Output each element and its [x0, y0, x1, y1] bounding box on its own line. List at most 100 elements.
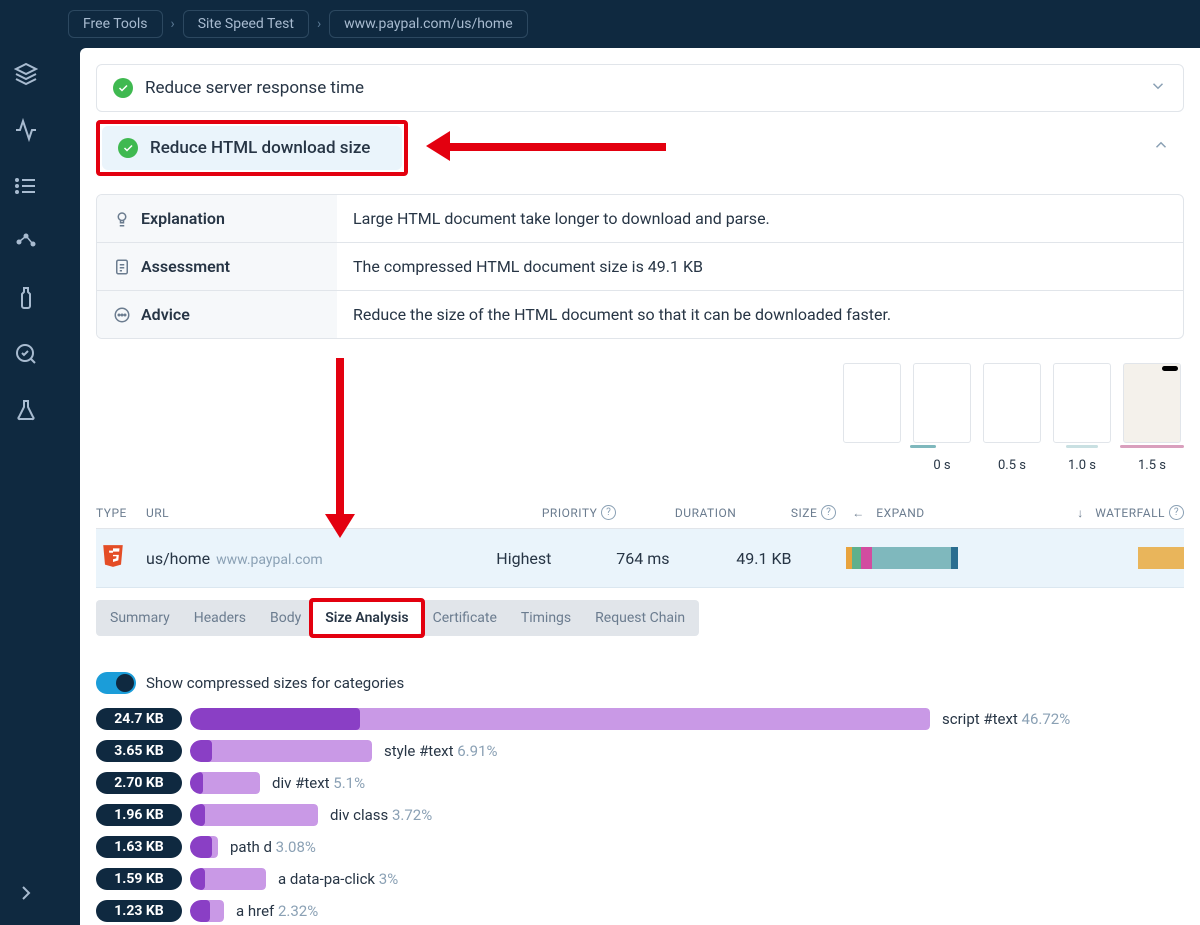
size-bar — [190, 740, 372, 762]
size-value: 1.63 KB — [96, 836, 182, 858]
size-bar — [190, 900, 224, 922]
html5-icon — [100, 543, 126, 569]
size-row: 2.70 KB div #text 5.1% — [96, 772, 1184, 794]
size-value: 1.23 KB — [96, 900, 182, 922]
col-url: URL — [146, 506, 496, 520]
request-size: 49.1 KB — [736, 549, 836, 568]
search-check-icon[interactable] — [14, 342, 38, 366]
size-value: 3.65 KB — [96, 740, 182, 762]
size-value: 1.59 KB — [96, 868, 182, 890]
check-circle-icon — [118, 138, 138, 158]
filmstrip-time: 0 s — [910, 450, 974, 481]
size-label: a data-pa-click 3% — [278, 870, 398, 888]
list-icon[interactable] — [14, 174, 38, 198]
size-label: div class 3.72% — [330, 806, 432, 824]
subtab-timings[interactable]: Timings — [509, 602, 583, 634]
info-row-explanation: Explanation Large HTML document take lon… — [97, 195, 1183, 243]
size-value: 24.7 KB — [96, 708, 182, 730]
info-value: Large HTML document take longer to downl… — [337, 195, 1183, 242]
compressed-sizes-toggle[interactable] — [96, 672, 136, 694]
col-expand[interactable]: ← EXPAND — [836, 506, 956, 520]
size-bar — [190, 868, 266, 890]
accordion-row-html-size[interactable]: Reduce HTML download size — [102, 126, 402, 170]
col-duration: DURATION — [616, 506, 736, 520]
info-row-assessment: Assessment The compressed HTML document … — [97, 243, 1183, 291]
waterfall-bar — [956, 547, 1184, 569]
info-value: Reduce the size of the HTML document so … — [337, 291, 1183, 338]
filmstrip-time: 1.5 s — [1120, 450, 1184, 481]
size-analysis-list: 24.7 KB script #text 46.72% 3.65 KB style #… — [96, 708, 1184, 922]
request-priority: Highest — [496, 549, 616, 568]
subtab-request-chain[interactable]: Request Chain — [583, 602, 697, 634]
request-domain: www.paypal.com — [216, 552, 323, 568]
request-table-header: TYPE URL PRIORITY? DURATION SIZE? ← EXPA… — [96, 493, 1184, 529]
breadcrumb: Free Tools › Site Speed Test › www.paypa… — [52, 0, 1200, 48]
toggle-label: Show compressed sizes for categories — [146, 674, 404, 692]
filmstrip-frame — [983, 363, 1041, 443]
size-value: 2.70 KB — [96, 772, 182, 794]
breadcrumb-item[interactable]: www.paypal.com/us/home — [329, 10, 527, 38]
request-path: us/home — [146, 549, 210, 568]
network-icon[interactable] — [14, 230, 38, 254]
flask-icon[interactable] — [14, 398, 38, 422]
content: Reduce server response time Reduce HTML … — [80, 48, 1200, 925]
col-priority: PRIORITY? — [496, 505, 616, 520]
expand-sidebar-icon[interactable] — [14, 881, 38, 905]
chevron-right-icon: › — [171, 16, 175, 32]
help-icon[interactable]: ? — [821, 505, 836, 520]
filmstrip-time: 1.0 s — [1050, 450, 1114, 481]
size-label: a href 2.32% — [236, 902, 318, 920]
size-bar — [190, 836, 218, 858]
size-row: 24.7 KB script #text 46.72% — [96, 708, 1184, 730]
sidebar — [0, 0, 52, 925]
main: Free Tools › Site Speed Test › www.paypa… — [52, 0, 1200, 925]
request-subtabs: SummaryHeadersBodySize AnalysisCertifica… — [96, 600, 699, 636]
subtab-body[interactable]: Body — [258, 602, 313, 634]
help-icon[interactable]: ? — [601, 505, 616, 520]
filmstrip-time: 0.5 s — [980, 450, 1044, 481]
size-label: div #text 5.1% — [272, 774, 365, 792]
subtab-headers[interactable]: Headers — [182, 602, 258, 634]
size-label: style #text 6.91% — [384, 742, 497, 760]
info-table: Explanation Large HTML document take lon… — [96, 194, 1184, 339]
info-value: The compressed HTML document size is 49.… — [337, 243, 1183, 290]
accordion-row-server-response[interactable]: Reduce server response time — [96, 64, 1184, 112]
subtab-summary[interactable]: Summary — [98, 602, 182, 634]
col-waterfall: ↓ WATERFALL? — [956, 505, 1184, 520]
size-bar — [190, 772, 260, 794]
size-label: script #text 46.72% — [942, 710, 1070, 728]
layers-icon[interactable] — [14, 62, 38, 86]
accordion-title: Reduce HTML download size — [150, 138, 386, 158]
accordion-title: Reduce server response time — [145, 78, 1149, 98]
size-label: path d 3.08% — [230, 838, 316, 856]
request-duration: 764 ms — [616, 549, 736, 568]
subtab-size-analysis[interactable]: Size Analysis — [313, 602, 420, 634]
help-icon[interactable]: ? — [1169, 505, 1184, 520]
size-row: 1.63 KB path d 3.08% — [96, 836, 1184, 858]
chat-icon — [113, 306, 131, 324]
filmstrip: 0 s 0.5 s 1.0 s 1.5 s — [96, 339, 1184, 481]
annotation-arrow-icon — [328, 358, 352, 538]
lightbulb-icon — [113, 210, 131, 228]
activity-icon[interactable] — [14, 118, 38, 142]
request-row[interactable]: us/home www.paypal.com Highest 764 ms 49.… — [96, 529, 1184, 588]
chevron-down-icon — [1149, 77, 1167, 99]
filmstrip-frame — [1123, 363, 1181, 443]
filmstrip-frame — [913, 363, 971, 443]
size-value: 1.96 KB — [96, 804, 182, 826]
size-bar — [190, 804, 318, 826]
bottle-icon[interactable] — [14, 286, 38, 310]
col-type: TYPE — [96, 506, 146, 520]
chevron-up-icon — [1152, 136, 1170, 158]
clipboard-icon — [113, 258, 131, 276]
check-circle-icon — [113, 78, 133, 98]
breadcrumb-item[interactable]: Free Tools — [68, 10, 163, 38]
col-size: SIZE? — [736, 505, 836, 520]
breadcrumb-item[interactable]: Site Speed Test — [183, 10, 309, 38]
size-row: 1.59 KB a data-pa-click 3% — [96, 868, 1184, 890]
size-row: 1.23 KB a href 2.32% — [96, 900, 1184, 922]
subtab-certificate[interactable]: Certificate — [421, 602, 509, 634]
size-row: 1.96 KB div class 3.72% — [96, 804, 1184, 826]
info-row-advice: Advice Reduce the size of the HTML docum… — [97, 291, 1183, 338]
chevron-right-icon: › — [317, 16, 321, 32]
